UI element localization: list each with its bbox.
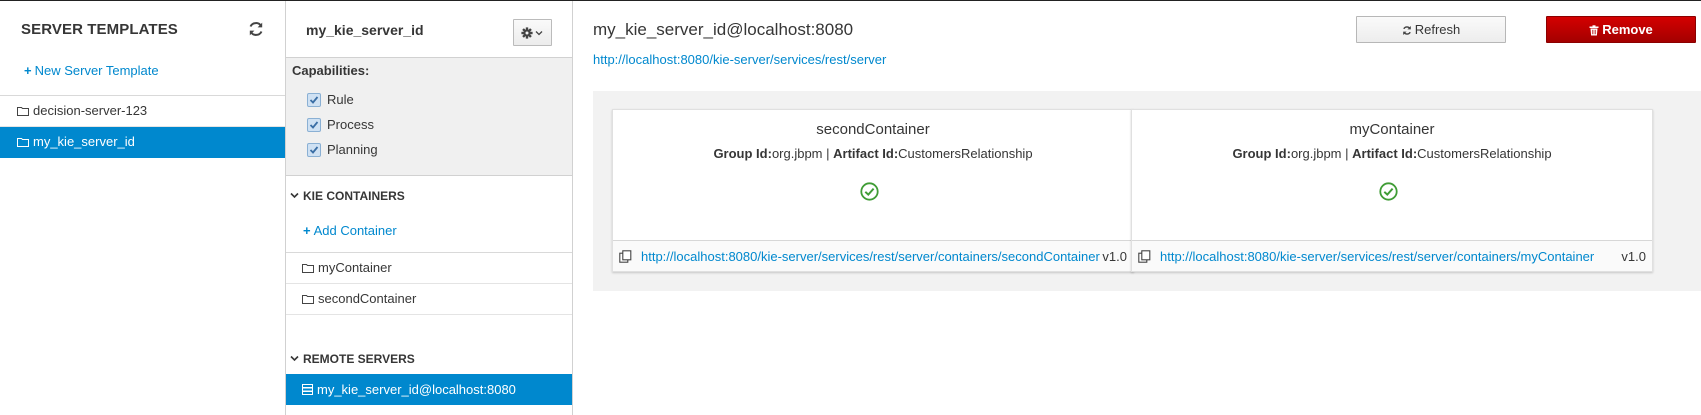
capability-planning-label: Planning <box>327 142 378 157</box>
artifact-id-label: Artifact Id: <box>833 146 899 161</box>
group-id-label: Group Id: <box>1232 146 1291 161</box>
capabilities-title: Capabilities: <box>292 63 370 78</box>
template-item-my-kie-server-id[interactable]: my_kie_server_id <box>0 127 285 158</box>
add-container-link[interactable]: + Add Container <box>303 223 397 238</box>
add-container-label: Add Container <box>313 223 397 238</box>
container-card-title: myContainer <box>1349 121 1435 138</box>
group-id-label: Group Id: <box>713 146 772 161</box>
check-circle-icon <box>860 182 879 201</box>
folder-icon <box>17 138 29 147</box>
chevron-down-icon <box>290 192 299 199</box>
id-separator: | <box>1345 146 1349 161</box>
container-item-label: secondContainer <box>318 291 417 306</box>
refresh-icon[interactable] <box>247 20 265 38</box>
refresh-icon <box>1402 25 1411 35</box>
new-server-template-link[interactable]: + New Server Template <box>24 63 159 78</box>
capability-rule-label: Rule <box>327 92 354 107</box>
server-templates-panel: SERVER TEMPLATES + New Server Template de… <box>0 1 286 415</box>
copy-icon[interactable] <box>619 250 632 263</box>
remote-servers-header[interactable]: REMOTE SERVERS <box>286 352 572 372</box>
container-item-label: myContainer <box>318 260 392 275</box>
artifact-id-value: CustomersRelationship <box>898 146 1033 161</box>
container-version: v1.0 <box>1102 249 1127 264</box>
kie-containers-title: KIE CONTAINERS <box>303 189 405 203</box>
capability-process-checkbox[interactable] <box>307 118 321 132</box>
server-icon <box>302 384 313 395</box>
container-card-footer: http://localhost:8080/kie-server/service… <box>613 240 1133 271</box>
template-list: decision-server-123 my_kie_server_id <box>0 95 285 158</box>
capability-planning[interactable]: Planning <box>307 141 378 159</box>
server-templates-title: SERVER TEMPLATES <box>21 21 178 38</box>
kie-containers-header[interactable]: KIE CONTAINERS <box>286 189 572 209</box>
chevron-down-icon <box>290 355 299 362</box>
remove-button-label: Remove <box>1602 21 1653 37</box>
container-card-footer: http://localhost:8080/kie-server/service… <box>1132 240 1652 271</box>
remove-button[interactable]: Remove <box>1546 16 1696 43</box>
id-separator: | <box>826 146 830 161</box>
folder-icon <box>302 295 314 304</box>
check-circle-icon <box>1379 182 1398 201</box>
folder-icon <box>302 264 314 273</box>
template-detail-header: my_kie_server_id <box>286 1 572 58</box>
template-detail-panel: my_kie_server_id Capabilities: Rule Proc… <box>286 1 573 415</box>
remote-servers-title: REMOTE SERVERS <box>303 352 415 366</box>
containers-area: secondContainer Group Id:org.jbpm | Arti… <box>593 91 1701 291</box>
container-card-title: secondContainer <box>816 121 930 138</box>
refresh-button[interactable]: Refresh <box>1356 16 1506 43</box>
capability-process[interactable]: Process <box>307 116 374 134</box>
artifact-id-value: CustomersRelationship <box>1417 146 1552 161</box>
container-version: v1.0 <box>1621 249 1646 264</box>
gear-icon <box>521 27 543 39</box>
server-templates-header: SERVER TEMPLATES <box>0 1 285 56</box>
container-item-secondcontainer[interactable]: secondContainer <box>286 284 572 315</box>
server-url-link[interactable]: http://localhost:8080/kie-server/service… <box>593 52 886 67</box>
template-settings-button[interactable] <box>513 19 552 46</box>
new-server-template-label: New Server Template <box>34 63 159 78</box>
artifact-id-label: Artifact Id: <box>1352 146 1418 161</box>
capability-planning-checkbox[interactable] <box>307 143 321 157</box>
container-list: myContainer secondContainer <box>286 252 572 315</box>
container-url-link[interactable]: http://localhost:8080/kie-server/service… <box>641 249 1100 264</box>
server-detail-panel: my_kie_server_id@localhost:8080 http://l… <box>574 1 1701 415</box>
plus-icon: + <box>24 63 32 78</box>
capability-process-label: Process <box>327 117 374 132</box>
container-url-link[interactable]: http://localhost:8080/kie-server/service… <box>1160 249 1594 264</box>
container-item-mycontainer[interactable]: myContainer <box>286 253 572 284</box>
container-card-mycontainer[interactable]: myContainer Group Id:org.jbpm | Artifact… <box>1131 109 1653 272</box>
plus-icon: + <box>303 223 311 238</box>
remote-server-label: my_kie_server_id@localhost:8080 <box>317 382 516 397</box>
group-id-value: org.jbpm <box>1290 146 1342 161</box>
copy-icon[interactable] <box>1138 250 1151 263</box>
refresh-button-label: Refresh <box>1414 21 1461 37</box>
remote-server-item[interactable]: my_kie_server_id@localhost:8080 <box>286 374 572 405</box>
template-item-decision-server-123[interactable]: decision-server-123 <box>0 96 285 127</box>
container-card-secondcontainer[interactable]: secondContainer Group Id:org.jbpm | Arti… <box>612 109 1134 272</box>
container-card-ids: Group Id:org.jbpm | Artifact Id:Customer… <box>1132 146 1652 161</box>
container-card-ids: Group Id:org.jbpm | Artifact Id:Customer… <box>613 146 1133 161</box>
trash-icon <box>1589 24 1599 35</box>
template-item-label: decision-server-123 <box>33 103 148 118</box>
capability-rule[interactable]: Rule <box>307 91 354 109</box>
group-id-value: org.jbpm <box>771 146 823 161</box>
capability-rule-checkbox[interactable] <box>307 93 321 107</box>
server-title: my_kie_server_id@localhost:8080 <box>593 20 854 39</box>
capabilities-section: Capabilities: Rule Process Planning <box>286 58 572 176</box>
template-name: my_kie_server_id <box>306 22 424 38</box>
folder-icon <box>17 107 29 116</box>
template-item-label: my_kie_server_id <box>33 134 135 149</box>
